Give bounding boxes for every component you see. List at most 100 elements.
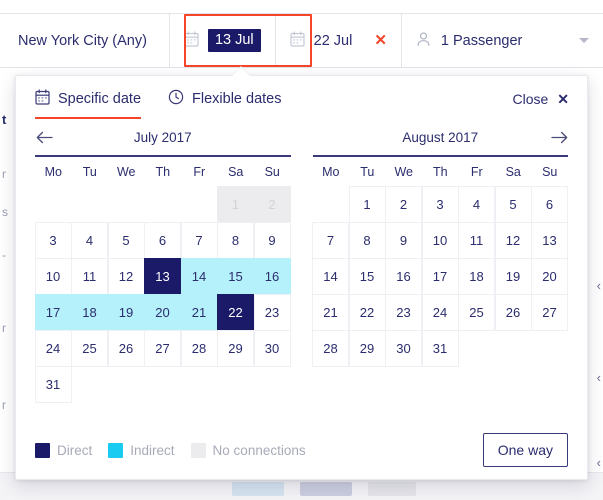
chevron-left-icon: ‹ <box>597 370 601 385</box>
day-cell[interactable]: 30 <box>254 330 291 367</box>
day-cell[interactable]: 14 <box>181 258 218 295</box>
arrow-left-icon[interactable] <box>33 126 55 148</box>
day-cell[interactable]: 28 <box>312 330 349 367</box>
day-cell[interactable]: 17 <box>35 294 72 331</box>
arrow-right-icon[interactable] <box>548 126 570 148</box>
day-cell[interactable]: 21 <box>181 294 218 331</box>
day-cell[interactable]: 11 <box>458 222 495 259</box>
day-cell[interactable]: 13 <box>144 258 181 295</box>
day-cell[interactable]: 27 <box>144 330 181 367</box>
passengers-value: 1 Passenger <box>441 33 522 49</box>
day-cell[interactable]: 21 <box>312 294 349 331</box>
weekday-su: Su <box>532 165 569 179</box>
app-root: trs-rr ‹‹‹ New York City (Any) <box>0 0 603 500</box>
depart-date-value: 13 Jul <box>208 29 261 53</box>
day-cell[interactable]: 6 <box>144 222 181 259</box>
day-cell[interactable]: 11 <box>71 258 108 295</box>
day-cell[interactable]: 31 <box>422 330 459 367</box>
day-cell[interactable]: 4 <box>71 222 108 259</box>
calendar-months: July 2017 MoTuWeThFrSaSu 123456789101112… <box>16 122 587 403</box>
day-cell[interactable]: 5 <box>495 186 532 223</box>
day-cell[interactable]: 20 <box>144 294 181 331</box>
day-cell[interactable]: 10 <box>35 258 72 295</box>
day-cell[interactable]: 12 <box>495 222 532 259</box>
day-cell[interactable]: 16 <box>385 258 422 295</box>
day-cell[interactable]: 19 <box>495 258 532 295</box>
day-cell[interactable]: 24 <box>422 294 459 331</box>
origin-field[interactable]: New York City (Any) <box>0 14 169 67</box>
day-cell[interactable]: 26 <box>108 330 145 367</box>
background-text-fragment: s <box>2 205 8 219</box>
close-button[interactable]: Close ✕ <box>512 91 569 107</box>
day-cell[interactable]: 8 <box>349 222 386 259</box>
day-cell[interactable]: 25 <box>71 330 108 367</box>
day-cell[interactable]: 18 <box>458 258 495 295</box>
calendar-icon <box>290 31 305 51</box>
passengers-field[interactable]: 1 Passenger <box>402 14 603 67</box>
day-cell[interactable]: 9 <box>254 222 291 259</box>
chevron-left-icon: ‹ <box>597 278 601 293</box>
day-cell[interactable]: 22 <box>217 294 254 331</box>
return-date-field[interactable]: 22 Jul ✕ <box>276 14 401 67</box>
day-cell[interactable]: 12 <box>108 258 145 295</box>
clear-return-date-icon[interactable]: ✕ <box>374 33 387 48</box>
day-cell[interactable]: 3 <box>422 186 459 223</box>
day-cell[interactable]: 26 <box>495 294 532 331</box>
clock-icon <box>168 89 184 109</box>
day-cell[interactable]: 27 <box>531 294 568 331</box>
day-cell[interactable]: 23 <box>254 294 291 331</box>
tab-specific-date[interactable]: Specific date <box>35 76 141 122</box>
legend-label: Direct <box>57 443 92 458</box>
day-cell[interactable]: 15 <box>349 258 386 295</box>
day-cell[interactable]: 7 <box>312 222 349 259</box>
background-text-fragment: r <box>2 167 6 181</box>
day-cell[interactable]: 29 <box>217 330 254 367</box>
day-cell[interactable]: 17 <box>422 258 459 295</box>
weekday-sa: Sa <box>218 165 255 179</box>
legend-swatch-icon <box>108 443 123 458</box>
tab-flexible-dates[interactable]: Flexible dates <box>168 76 281 122</box>
day-cell[interactable]: 19 <box>108 294 145 331</box>
day-cell[interactable]: 7 <box>181 222 218 259</box>
chevron-down-icon[interactable] <box>579 38 589 43</box>
day-cell[interactable]: 28 <box>181 330 218 367</box>
day-cell[interactable]: 30 <box>385 330 422 367</box>
day-cell[interactable]: 29 <box>349 330 386 367</box>
day-cell[interactable]: 1 <box>349 186 386 223</box>
day-cell[interactable]: 18 <box>71 294 108 331</box>
legend-item: Direct <box>35 443 92 458</box>
day-grid-august: 1234567891011121314151617181920212223242… <box>313 187 569 367</box>
day-cell-empty <box>71 186 108 223</box>
day-cell[interactable]: 13 <box>531 222 568 259</box>
legend-item: Indirect <box>108 443 174 458</box>
day-cell[interactable]: 16 <box>254 258 291 295</box>
day-cell[interactable]: 24 <box>35 330 72 367</box>
day-cell[interactable]: 4 <box>458 186 495 223</box>
day-cell[interactable]: 5 <box>108 222 145 259</box>
day-cell[interactable]: 22 <box>349 294 386 331</box>
day-cell[interactable]: 14 <box>312 258 349 295</box>
one-way-button[interactable]: One way <box>483 433 568 467</box>
day-cell[interactable]: 23 <box>385 294 422 331</box>
day-cell[interactable]: 2 <box>385 186 422 223</box>
day-cell[interactable]: 25 <box>458 294 495 331</box>
return-date-value: 22 Jul <box>314 33 353 49</box>
background-text-fragment: r <box>2 398 6 412</box>
day-cell[interactable]: 3 <box>35 222 72 259</box>
day-cell[interactable]: 31 <box>35 366 72 403</box>
day-cell[interactable]: 20 <box>531 258 568 295</box>
day-cell[interactable]: 10 <box>422 222 459 259</box>
weekday-header-august: MoTuWeThFrSaSu <box>313 157 569 187</box>
popup-footer: Direct Indirect No connections One way <box>16 421 587 479</box>
depart-date-field[interactable]: 13 Jul <box>170 14 275 67</box>
weekday-th: Th <box>422 165 459 179</box>
connection-legend: Direct Indirect No connections <box>35 443 315 458</box>
day-cell[interactable]: 6 <box>531 186 568 223</box>
day-cell[interactable]: 15 <box>217 258 254 295</box>
weekday-th: Th <box>145 165 182 179</box>
legend-swatch-icon <box>35 443 50 458</box>
weekday-mo: Mo <box>313 165 350 179</box>
day-cell[interactable]: 9 <box>385 222 422 259</box>
day-cell[interactable]: 8 <box>217 222 254 259</box>
legend-item: No connections <box>191 443 306 458</box>
